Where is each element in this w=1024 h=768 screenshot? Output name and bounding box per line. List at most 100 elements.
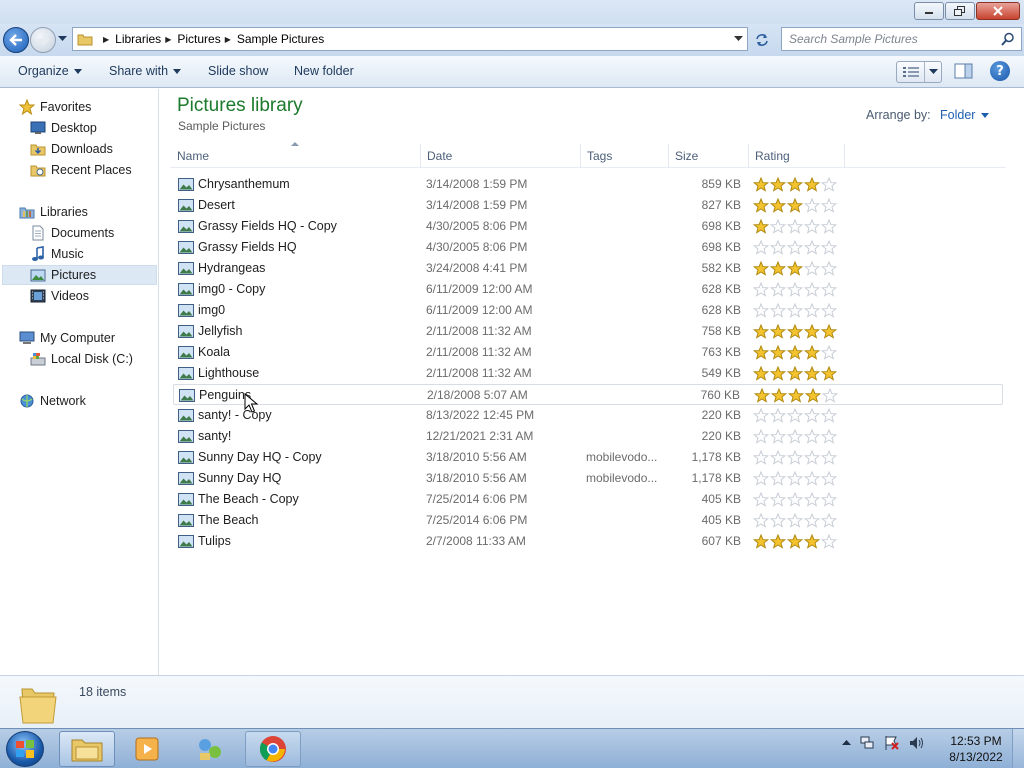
star-empty-icon[interactable]	[752, 470, 770, 486]
star-empty-icon[interactable]	[769, 491, 787, 507]
star-empty-icon[interactable]	[769, 302, 787, 318]
column-divider[interactable]	[668, 144, 669, 168]
star-empty-icon[interactable]	[820, 407, 838, 423]
refresh-button[interactable]	[752, 30, 772, 50]
star-filled-icon[interactable]	[820, 365, 838, 381]
star-empty-icon[interactable]	[820, 260, 838, 276]
star-filled-icon[interactable]	[769, 197, 787, 213]
network-status-icon[interactable]	[858, 735, 876, 751]
rating-stars[interactable]	[752, 176, 838, 192]
star-filled-icon[interactable]	[786, 176, 804, 192]
column-divider[interactable]	[420, 144, 421, 168]
rating-stars[interactable]	[752, 365, 838, 381]
nav-desktop[interactable]: Desktop	[30, 118, 97, 138]
star-empty-icon[interactable]	[820, 218, 838, 234]
star-filled-icon[interactable]	[769, 323, 787, 339]
preview-pane-icon[interactable]	[954, 62, 974, 80]
organize-menu[interactable]: Organize	[18, 64, 82, 78]
share-with-menu[interactable]: Share with	[109, 64, 182, 78]
action-center-icon[interactable]	[883, 735, 901, 751]
star-filled-icon[interactable]	[803, 323, 821, 339]
table-row[interactable]: img0 - Copy 6/11/2009 12:00 AM 628 KB	[173, 279, 1003, 300]
star-empty-icon[interactable]	[752, 512, 770, 528]
show-hidden-icons-icon[interactable]	[842, 740, 851, 746]
rating-stars[interactable]	[752, 218, 838, 234]
column-divider[interactable]	[580, 144, 581, 168]
star-filled-icon[interactable]	[753, 387, 771, 403]
star-empty-icon[interactable]	[786, 218, 804, 234]
star-empty-icon[interactable]	[820, 491, 838, 507]
rating-stars[interactable]	[752, 302, 838, 318]
restore-button[interactable]	[945, 2, 975, 20]
star-empty-icon[interactable]	[752, 281, 770, 297]
breadcrumb-libraries[interactable]: Libraries ▶	[115, 32, 177, 46]
rating-stars[interactable]	[752, 470, 838, 486]
search-icon[interactable]	[1001, 32, 1015, 46]
address-dropdown-icon[interactable]	[734, 36, 743, 42]
star-filled-icon[interactable]	[769, 365, 787, 381]
address-bar[interactable]: ▶ Libraries ▶ Pictures ▶ Sample Pictures	[72, 27, 748, 51]
star-empty-icon[interactable]	[821, 387, 839, 403]
table-row[interactable]: santy! 12/21/2021 2:31 AM 220 KB	[173, 426, 1003, 447]
star-empty-icon[interactable]	[769, 281, 787, 297]
taskbar-chrome[interactable]	[245, 731, 301, 767]
nav-recent-places[interactable]: Recent Places	[30, 160, 132, 180]
table-row[interactable]: The Beach 7/25/2014 6:06 PM 405 KB	[173, 510, 1003, 531]
star-filled-icon[interactable]	[786, 197, 804, 213]
star-filled-icon[interactable]	[786, 365, 804, 381]
star-empty-icon[interactable]	[786, 449, 804, 465]
rating-stars[interactable]	[752, 407, 838, 423]
rating-stars[interactable]	[752, 260, 838, 276]
close-button[interactable]	[976, 2, 1020, 20]
nav-libraries[interactable]: Libraries	[19, 202, 88, 222]
star-empty-icon[interactable]	[769, 239, 787, 255]
star-empty-icon[interactable]	[820, 281, 838, 297]
table-row[interactable]: Jellyfish 2/11/2008 11:32 AM 758 KB	[173, 321, 1003, 342]
rating-stars[interactable]	[752, 239, 838, 255]
star-filled-icon[interactable]	[752, 365, 770, 381]
star-empty-icon[interactable]	[803, 197, 821, 213]
clock[interactable]: 12:53 PM 8/13/2022	[946, 733, 1006, 765]
star-empty-icon[interactable]	[820, 197, 838, 213]
table-row[interactable]: Koala 2/11/2008 11:32 AM 763 KB	[173, 342, 1003, 363]
column-header-date[interactable]: Date	[427, 149, 452, 169]
star-filled-icon[interactable]	[752, 260, 770, 276]
star-filled-icon[interactable]	[803, 176, 821, 192]
star-empty-icon[interactable]	[752, 407, 770, 423]
rating-stars[interactable]	[752, 344, 838, 360]
star-empty-icon[interactable]	[803, 302, 821, 318]
star-empty-icon[interactable]	[769, 512, 787, 528]
star-filled-icon[interactable]	[804, 387, 822, 403]
star-empty-icon[interactable]	[820, 470, 838, 486]
arrange-by-dropdown[interactable]: Folder	[940, 108, 990, 122]
rating-stars[interactable]	[753, 387, 839, 403]
search-box[interactable]	[781, 27, 1022, 51]
window-titlebar[interactable]	[0, 0, 1024, 24]
star-empty-icon[interactable]	[820, 428, 838, 444]
star-empty-icon[interactable]	[752, 239, 770, 255]
star-empty-icon[interactable]	[820, 302, 838, 318]
star-empty-icon[interactable]	[752, 428, 770, 444]
star-filled-icon[interactable]	[786, 344, 804, 360]
minimize-button[interactable]	[914, 2, 944, 20]
forward-button[interactable]	[30, 27, 56, 53]
help-icon[interactable]: ?	[990, 61, 1010, 81]
star-filled-icon[interactable]	[803, 365, 821, 381]
table-row[interactable]: Desert 3/14/2008 1:59 PM 827 KB	[173, 195, 1003, 216]
star-filled-icon[interactable]	[752, 197, 770, 213]
show-desktop-button[interactable]	[1012, 729, 1024, 768]
table-row[interactable]: Tulips 2/7/2008 11:33 AM 607 KB	[173, 531, 1003, 552]
star-empty-icon[interactable]	[769, 428, 787, 444]
star-empty-icon[interactable]	[820, 512, 838, 528]
star-empty-icon[interactable]	[803, 470, 821, 486]
star-filled-icon[interactable]	[769, 176, 787, 192]
table-row-hovered[interactable]: Penguins 2/18/2008 5:07 AM 760 KB	[173, 384, 1003, 405]
star-empty-icon[interactable]	[803, 260, 821, 276]
nav-local-disk[interactable]: Local Disk (C:)	[30, 349, 133, 369]
rating-stars[interactable]	[752, 197, 838, 213]
star-empty-icon[interactable]	[786, 491, 804, 507]
star-filled-icon[interactable]	[769, 533, 787, 549]
star-empty-icon[interactable]	[803, 239, 821, 255]
star-empty-icon[interactable]	[769, 449, 787, 465]
star-empty-icon[interactable]	[820, 344, 838, 360]
